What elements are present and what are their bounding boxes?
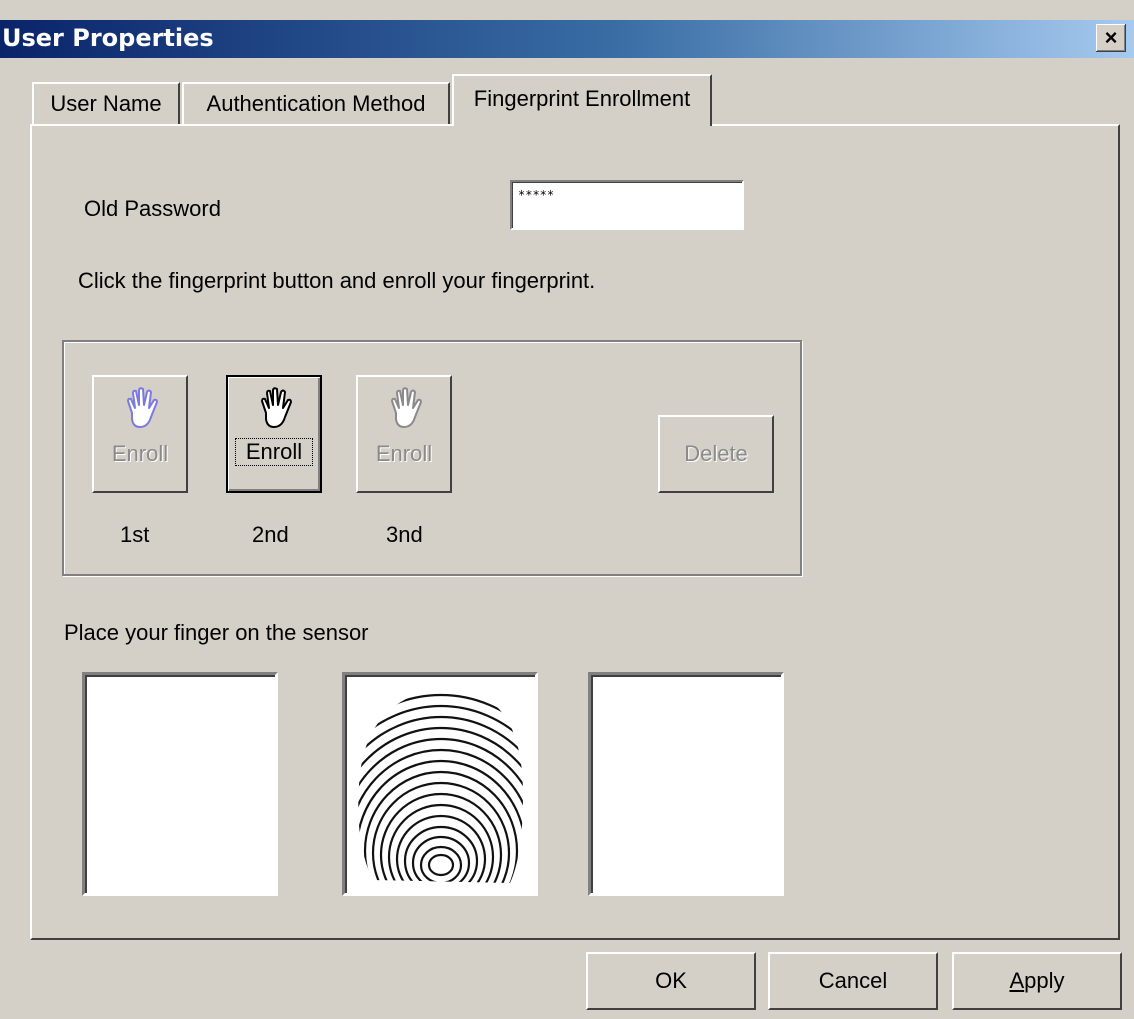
tab-label: Authentication Method	[206, 91, 426, 116]
fingerprint-box-1	[82, 672, 278, 896]
enroll-button-1st[interactable]: Enroll	[92, 375, 188, 493]
delete-button[interactable]: Delete	[658, 415, 774, 493]
tab-label: Fingerprint Enrollment	[473, 86, 691, 111]
sensor-prompt: Place your finger on the sensor	[64, 620, 369, 645]
tab-user-name[interactable]: User Name	[32, 82, 180, 126]
hand-icon	[127, 387, 158, 428]
enroll-button-2nd[interactable]: Enroll	[226, 375, 322, 493]
tab-authentication-method[interactable]: Authentication Method	[182, 82, 450, 126]
enroll-caption-1st: 1st	[120, 522, 150, 547]
title-bar[interactable]: User Properties ×	[0, 20, 1134, 58]
fingerprint-box-3	[588, 672, 784, 896]
apply-mnemonic: A	[1009, 968, 1025, 993]
old-password-field[interactable]: *****	[510, 180, 744, 230]
fingerprint-box-2	[342, 672, 538, 896]
old-password-label: Old Password	[84, 196, 221, 221]
user-properties-window: User Properties × User Name Authenticati…	[0, 0, 1134, 1019]
enroll-button-3rd[interactable]: Enroll	[356, 375, 452, 493]
close-icon: ×	[1104, 25, 1118, 50]
tab-fingerprint-enrollment[interactable]: Fingerprint Enrollment	[452, 74, 712, 126]
instruction-text: Click the fingerprint button and enroll …	[78, 268, 596, 293]
enroll-caption-3rd: 3nd	[386, 522, 423, 547]
hand-icon	[261, 387, 292, 428]
enroll-label: Enroll	[235, 438, 313, 466]
ok-button[interactable]: OK	[586, 952, 756, 1010]
enroll-label: Enroll	[375, 441, 433, 466]
window-title: User Properties	[2, 24, 214, 52]
close-button[interactable]: ×	[1096, 24, 1126, 52]
enroll-caption-2nd: 2nd	[252, 522, 289, 547]
fingerprint-image	[358, 690, 524, 883]
enroll-label: Enroll	[111, 441, 169, 466]
tab-label: User Name	[50, 91, 162, 116]
cancel-button[interactable]: Cancel	[768, 952, 938, 1010]
hand-icon	[391, 387, 422, 428]
apply-button[interactable]: Apply	[952, 952, 1122, 1010]
apply-label-rest: pply	[1024, 968, 1065, 993]
